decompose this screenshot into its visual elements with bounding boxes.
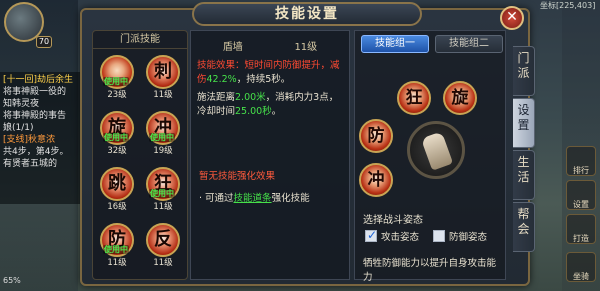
quest-line: [支线]秋意浓 bbox=[3, 135, 56, 145]
no-enhance-notice: 暂无技能强化效果 bbox=[199, 171, 276, 182]
skill-level: 11级 bbox=[294, 42, 318, 53]
skill-group-two-button[interactable]: 技能组二 bbox=[435, 35, 503, 53]
skill-icon: 刺 bbox=[146, 55, 180, 89]
wheel-skill-left[interactable]: 防 bbox=[359, 119, 393, 153]
player-level-badge: 70 bbox=[36, 36, 52, 48]
tab-life[interactable]: 生活 bbox=[513, 150, 535, 200]
skill-level-label: 16级 bbox=[107, 202, 127, 212]
skill-level-label: 11级 bbox=[153, 90, 173, 100]
stance-description: 牺牲防御能力以提升自身攻击能力 bbox=[363, 258, 497, 283]
gauntlet-icon bbox=[420, 131, 454, 171]
skill-level-label: 11级 bbox=[153, 258, 173, 268]
in-use-badge: 使用中 bbox=[103, 77, 129, 86]
tab-guild[interactable]: 帮会 bbox=[513, 202, 535, 252]
skill-level-label: 23级 bbox=[107, 90, 127, 100]
mount-button[interactable]: 坐骑 bbox=[566, 252, 596, 282]
skill-slot[interactable]: 狂使用中 11级 bbox=[143, 167, 183, 213]
sect-skills-header: 门派技能 bbox=[93, 31, 187, 49]
coordinates-readout: 坐标[225,403] bbox=[540, 1, 596, 10]
skill-icon: 狂使用中 bbox=[146, 167, 180, 201]
defense-stance-option[interactable]: 防御姿态 bbox=[433, 229, 487, 243]
skill-level-label: 32级 bbox=[107, 146, 127, 156]
stance-label: 选择战斗姿态 bbox=[363, 215, 423, 226]
skill-level-label: 11级 bbox=[107, 258, 127, 268]
tab-sect[interactable]: 门派 bbox=[513, 46, 535, 96]
skill-slot[interactable]: 冲使用中 19级 bbox=[143, 111, 183, 157]
skill-effect: 技能效果：短时间内防御提升，减伤42.2%，持续5秒。 bbox=[197, 60, 340, 85]
quest-line: 有贤者五城的 bbox=[3, 159, 58, 169]
skill-detail: 盾墙 11级 技能效果：短时间内防御提升，减伤42.2%，持续5秒。 施法距离2… bbox=[190, 30, 350, 280]
panel-title: 技能设置 bbox=[192, 2, 422, 26]
quest-line: 共4步，第4步。 bbox=[3, 147, 69, 157]
skill-group-one-button[interactable]: 技能组一 bbox=[361, 35, 429, 53]
skill-slot[interactable]: 使用中 23级 bbox=[97, 55, 137, 101]
skill-settings-panel: 技能设置 门派技能 使用中 23级刺 11级旋使用中 32级冲使用中 19级跳 16级狂使… bbox=[80, 2, 535, 286]
tab-settings[interactable]: 设置 bbox=[513, 98, 535, 148]
skill-icon: 使用中 bbox=[100, 55, 134, 89]
quest-line: 知韩灵夜 bbox=[3, 99, 40, 109]
close-button[interactable]: ✕ bbox=[500, 6, 524, 30]
wheel-skill-top-left[interactable]: 狂 bbox=[397, 81, 431, 115]
in-use-badge: 使用中 bbox=[103, 133, 129, 142]
attack-button[interactable] bbox=[407, 121, 465, 179]
skill-icon: 防使用中 bbox=[100, 223, 134, 257]
skill-icon: 反 bbox=[146, 223, 180, 257]
skill-level-label: 19级 bbox=[153, 146, 173, 156]
skill-slot[interactable]: 防使用中 11级 bbox=[97, 223, 137, 269]
quest-line: 将事神殿的事告 bbox=[3, 111, 67, 121]
attack-stance-option[interactable]: 攻击姿态 bbox=[365, 228, 419, 243]
skill-level-label: 11级 bbox=[153, 202, 173, 212]
settings-button[interactable]: 设置 bbox=[566, 180, 596, 210]
skill-slot[interactable]: 反 11级 bbox=[143, 223, 183, 269]
sect-skills-list: 门派技能 使用中 23级刺 11级旋使用中 32级冲使用中 19级跳 16级狂使用中 11级… bbox=[92, 30, 188, 280]
quest-tracker[interactable]: [十一回]劫后余生 将事神殿一役的 知韩灵夜将事神殿的事告 娘(1/1) [支线]秋意浓… bbox=[0, 72, 80, 204]
in-use-badge: 使用中 bbox=[149, 189, 175, 198]
skill-item-link[interactable]: 技能道条 bbox=[234, 193, 272, 204]
skill-cast-info: 施法距离2.00米，消耗内力3点，冷却时间25.00秒。 bbox=[197, 92, 339, 117]
quest-line: [十一回]劫后余生 bbox=[3, 75, 74, 85]
in-use-badge: 使用中 bbox=[149, 133, 175, 142]
attack-stance-checkbox[interactable] bbox=[365, 228, 377, 242]
in-use-badge: 使用中 bbox=[103, 245, 129, 254]
bottom-status: 65% bbox=[3, 276, 21, 285]
skill-icon: 冲使用中 bbox=[146, 111, 180, 145]
skill-group-section: 技能组一 技能组二 狂 旋 防 冲 选择战斗姿态 攻击姿态 防御姿态 牺牲防御能… bbox=[354, 30, 506, 283]
craft-button[interactable]: 打造 bbox=[566, 214, 596, 244]
skill-slot[interactable]: 刺 11级 bbox=[143, 55, 183, 101]
skill-name: 盾墙 bbox=[222, 42, 243, 53]
skill-icon: 跳 bbox=[100, 167, 134, 201]
wheel-skill-bottom-left[interactable]: 冲 bbox=[359, 163, 393, 197]
skill-icon: 旋使用中 bbox=[100, 111, 134, 145]
quest-line: 娘(1/1) bbox=[3, 123, 34, 133]
skill-slot[interactable]: 跳 16级 bbox=[97, 167, 137, 213]
wheel-skill-top-right[interactable]: 旋 bbox=[443, 81, 477, 115]
defense-stance-checkbox[interactable] bbox=[433, 230, 445, 242]
quest-line: 将事神殿一役的 bbox=[3, 87, 67, 97]
leaderboard-button[interactable]: 排行 bbox=[566, 146, 596, 176]
enhance-hint: · 可通过技能道条强化技能 bbox=[199, 193, 310, 204]
skill-slot[interactable]: 旋使用中 32级 bbox=[97, 111, 137, 157]
